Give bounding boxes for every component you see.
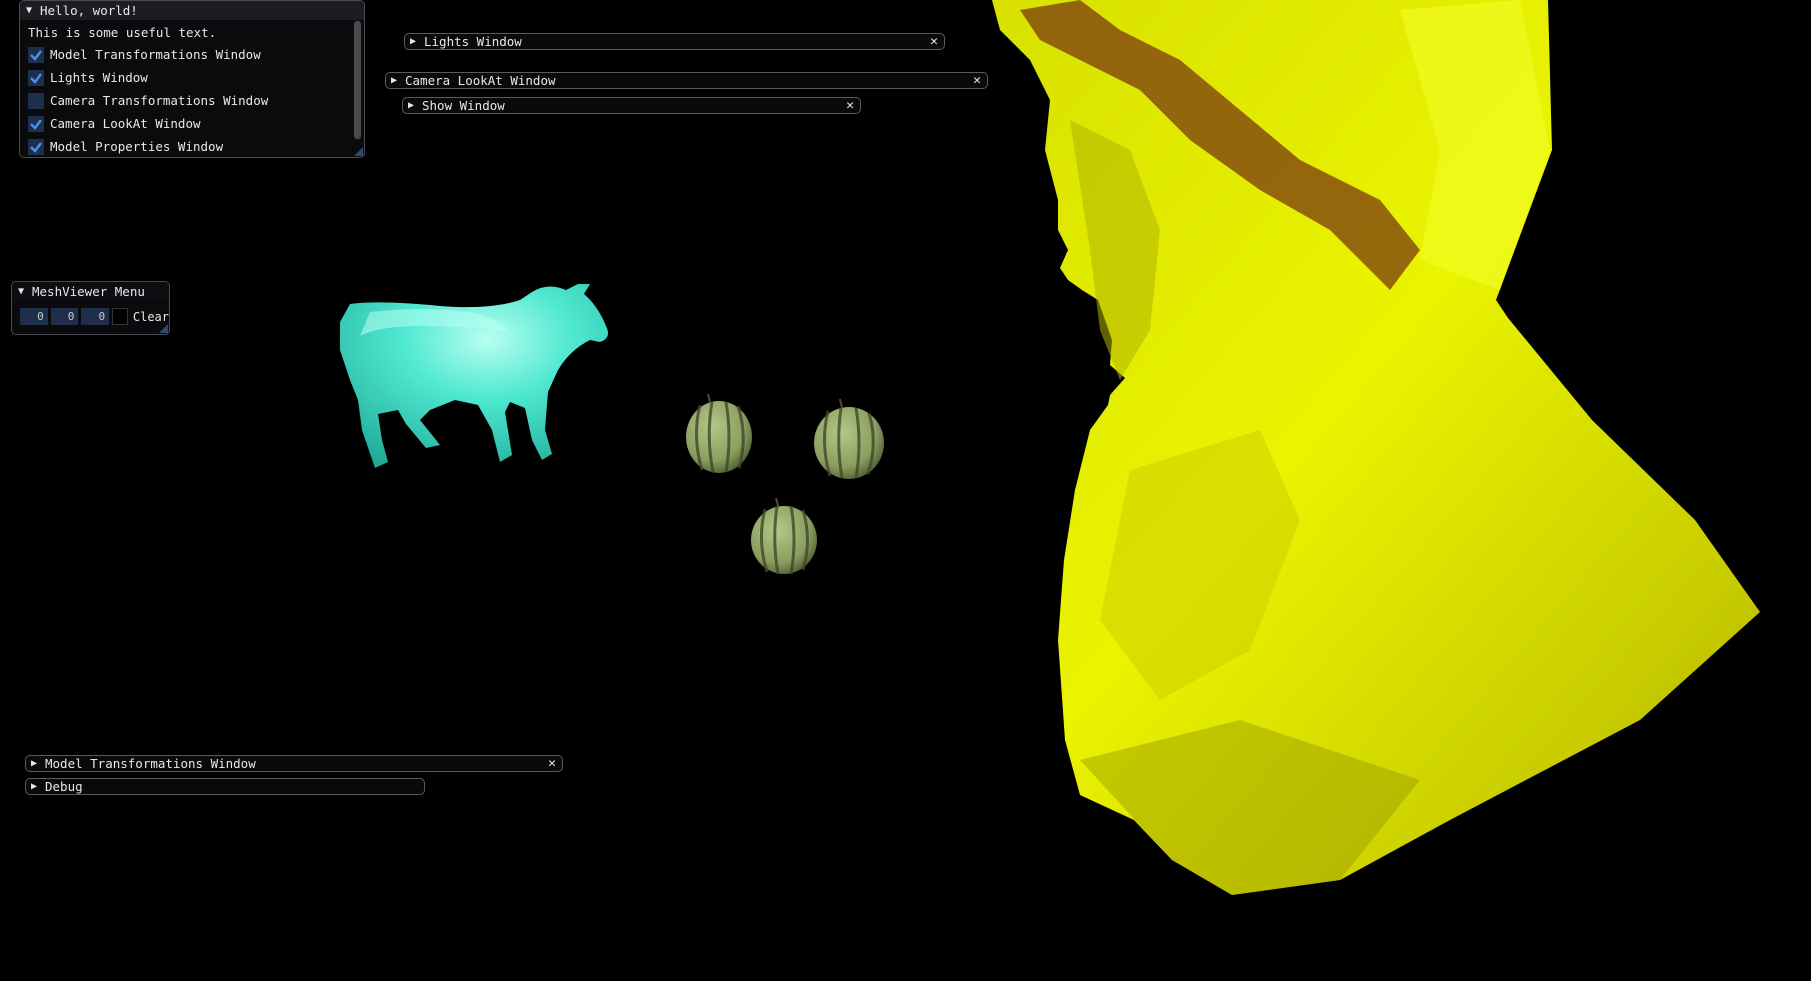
window-title: Camera LookAt Window [405, 73, 556, 88]
watermelon-2 [814, 398, 884, 479]
checkbox[interactable] [28, 69, 44, 86]
check-icon [29, 94, 43, 108]
triangle-right-icon[interactable]: ▶ [410, 36, 424, 47]
cow-model [340, 284, 608, 468]
watermelon-3 [751, 497, 817, 575]
color-swatch[interactable] [112, 308, 128, 325]
close-x-icon[interactable]: ✕ [548, 756, 556, 771]
checkbox-label: Model Properties Window [50, 139, 224, 154]
bust-model [992, 0, 1760, 895]
scrollbar[interactable] [354, 21, 361, 141]
clear-button[interactable]: Clear [133, 310, 169, 324]
resize-grip[interactable] [159, 324, 168, 333]
check-icon [30, 141, 42, 153]
close-x-icon[interactable]: ✕ [930, 34, 938, 49]
checkbox-label: Model Transformations Window [50, 47, 261, 62]
scrollbar-grab[interactable] [354, 21, 361, 139]
hello-world-window[interactable]: ▼ Hello, world! This is some useful text… [19, 0, 365, 158]
hello-world-titlebar[interactable]: ▼ Hello, world! [20, 1, 364, 20]
window-title: MeshViewer Menu [32, 284, 145, 299]
show-window-collapsed[interactable]: ▶ Show Window ✕ [402, 97, 861, 114]
useful-text: This is some useful text. [28, 25, 217, 40]
meshviewer-menu-window[interactable]: ▼ MeshViewer Menu 0 0 0 Clear [11, 281, 170, 335]
resize-grip[interactable] [354, 147, 363, 156]
checkbox-label: Camera LookAt Window [50, 116, 201, 131]
checkbox[interactable] [28, 46, 44, 63]
meshviewer-titlebar[interactable]: ▼ MeshViewer Menu [12, 282, 169, 301]
check-icon [30, 72, 42, 84]
checkbox[interactable] [28, 92, 44, 109]
checkbox-row-lights[interactable]: Lights Window [20, 66, 364, 89]
triangle-right-icon[interactable]: ▶ [31, 758, 45, 769]
check-icon [30, 118, 42, 130]
camera-lookat-window-collapsed[interactable]: ▶ Camera LookAt Window ✕ [385, 72, 988, 89]
lights-window-collapsed[interactable]: ▶ Lights Window ✕ [404, 33, 945, 50]
triangle-right-icon[interactable]: ▶ [391, 75, 405, 86]
triangle-right-icon[interactable]: ▶ [408, 100, 422, 111]
check-icon [30, 49, 42, 61]
triangle-down-icon[interactable]: ▼ [26, 1, 40, 20]
watermelon-models [686, 393, 884, 575]
checkbox-label: Camera Transformations Window [50, 93, 269, 108]
model-transformations-window-collapsed[interactable]: ▶ Model Transformations Window ✕ [25, 755, 563, 772]
close-x-icon[interactable]: ✕ [846, 98, 854, 113]
window-title: Hello, world! [40, 3, 138, 18]
checkbox[interactable] [28, 138, 44, 155]
window-title: Lights Window [424, 34, 522, 49]
window-title: Model Transformations Window [45, 756, 256, 771]
meshviewer-controls: 0 0 0 Clear [12, 301, 169, 325]
checkbox-row-camera-lookat[interactable]: Camera LookAt Window [20, 112, 364, 135]
debug-window-collapsed[interactable]: ▶ Debug [25, 778, 425, 795]
triangle-down-icon[interactable]: ▼ [18, 282, 32, 301]
checkbox-label: Lights Window [50, 70, 148, 85]
checkbox[interactable] [28, 115, 44, 132]
value-field-1[interactable]: 0 [20, 308, 48, 325]
value-field-2[interactable]: 0 [50, 308, 79, 325]
checkbox-row-camera-transformations[interactable]: Camera Transformations Window [20, 89, 364, 112]
value-field-3[interactable]: 0 [81, 308, 110, 325]
triangle-right-icon[interactable]: ▶ [31, 781, 45, 792]
close-x-icon[interactable]: ✕ [973, 73, 981, 88]
watermelon-1 [686, 393, 752, 473]
checkbox-row-model-properties[interactable]: Model Properties Window [20, 135, 364, 158]
checkbox-row-model-transformations[interactable]: Model Transformations Window [20, 43, 364, 66]
window-title: Show Window [422, 98, 505, 113]
window-title: Debug [45, 779, 83, 794]
